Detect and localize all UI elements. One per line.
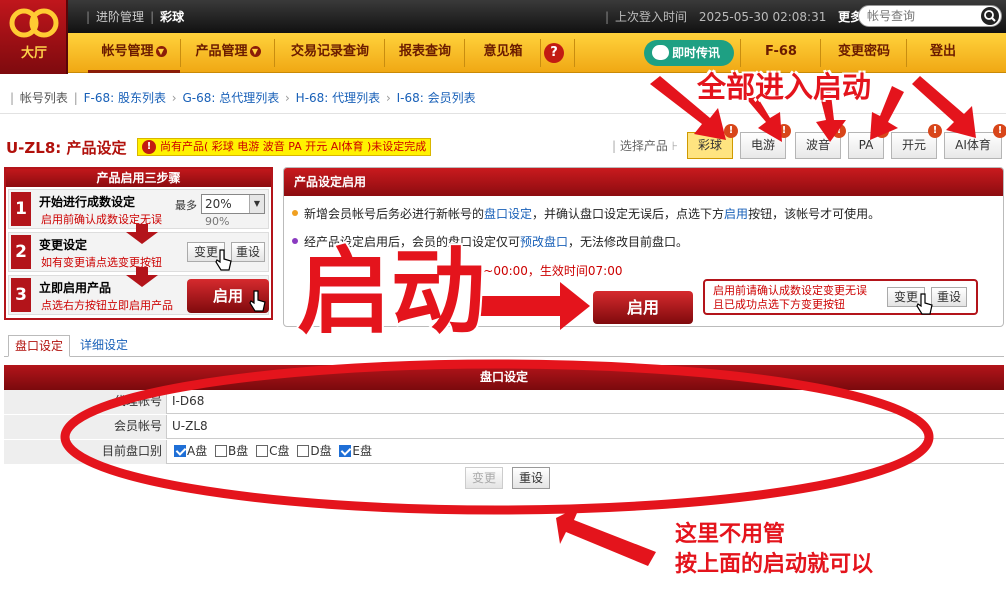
annotation-enable-all: 全部进入启动 — [697, 70, 872, 104]
annotation-enable-big: 启动 — [295, 238, 487, 347]
annotation-ignore-note: 这里不用管 按上面的启动就可以 — [675, 522, 874, 577]
